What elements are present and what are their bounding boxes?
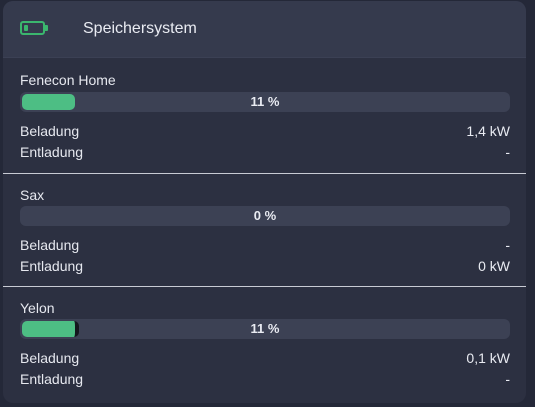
charge-label: Beladung [20,123,80,139]
discharge-label: Entladung [20,371,84,387]
charge-row: Beladung - [20,237,510,253]
discharge-value: - [505,371,510,387]
system-name: Yelon [20,300,55,316]
discharge-value: 0 kW [478,258,510,274]
charge-level-bar: 11 % [20,92,510,112]
system-name: Fenecon Home [20,72,116,88]
discharge-label: Entladung [20,144,84,160]
discharge-label: Entladung [20,258,84,274]
charge-level-bar: 11 % [20,319,510,339]
charge-level-bar: 0 % [20,206,510,226]
charge-row: Beladung 0,1 kW [20,350,510,366]
charge-value: 0,1 kW [466,350,510,366]
discharge-row: Entladung 0 kW [20,258,510,274]
discharge-value: - [505,144,510,160]
charge-label: Beladung [20,237,80,253]
charge-value: - [505,237,510,253]
battery-icon [20,21,48,37]
discharge-row: Entladung - [20,371,510,387]
charge-level-percent: 0 % [253,208,277,223]
storage-card: Speichersystem Fenecon Home 11 % Beladun… [3,1,526,403]
storage-system-sax: Sax 0 % Beladung - Entladung 0 kW [3,173,526,287]
charge-value: 1,4 kW [466,123,510,139]
system-name: Sax [20,187,45,203]
charge-level-percent: 11 % [250,321,280,336]
discharge-row: Entladung - [20,144,510,160]
card-header: Speichersystem [3,1,526,58]
card-title: Speichersystem [83,20,197,37]
storage-system-yelon: Yelon 11 % Beladung 0,1 kW Entladung - [3,286,526,403]
charge-level-percent: 11 % [250,94,280,109]
charge-row: Beladung 1,4 kW [20,123,510,139]
charge-label: Beladung [20,350,80,366]
storage-system-fenecon: Fenecon Home 11 % Beladung 1,4 kW Entlad… [3,58,526,173]
